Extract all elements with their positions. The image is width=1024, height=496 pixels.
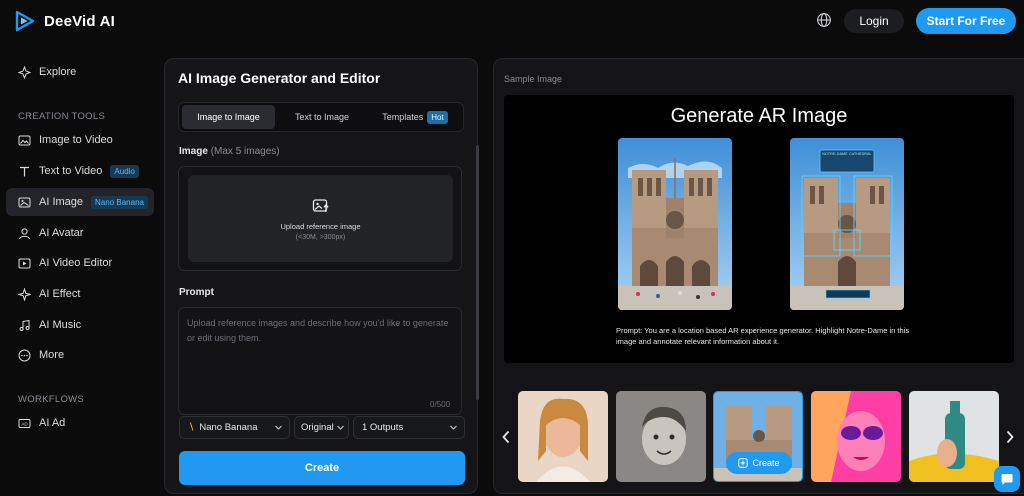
ratio-select-value: Original	[301, 422, 334, 433]
sidebar-item-more[interactable]: More	[6, 341, 154, 369]
explore-icon	[18, 65, 31, 79]
ratio-select[interactable]: Original	[294, 416, 349, 439]
prompt-counter: 0/500	[430, 400, 451, 409]
sidebar-item-label: AI Avatar	[39, 227, 84, 239]
sidebar-item-ai-image[interactable]: AI Image Nano Banana	[6, 188, 154, 216]
tab-image-to-image[interactable]: Image to Image	[182, 105, 275, 129]
sidebar-item-text-to-video[interactable]: Text to Video Audio	[6, 157, 154, 185]
pop-art-woman-image	[811, 391, 901, 482]
thumb-create-label: Create	[752, 458, 780, 468]
portrait-woman-image	[518, 391, 608, 482]
sample-label: Sample Image	[504, 74, 563, 84]
logo-play-icon	[15, 10, 35, 32]
upload-title: Upload reference image	[280, 221, 361, 231]
upload-image-icon	[312, 198, 329, 212]
sample-thumb-4[interactable]	[811, 391, 901, 482]
sidebar-item-explore[interactable]: Explore	[6, 58, 154, 86]
chevron-left-icon[interactable]	[501, 430, 511, 444]
prompt-textarea[interactable]: Upload reference images and describe how…	[178, 307, 462, 415]
image-label: Image (Max 5 images)	[179, 146, 280, 157]
hot-badge: Hot	[427, 110, 448, 124]
login-button[interactable]: Login	[844, 9, 904, 33]
globe-icon[interactable]	[816, 12, 832, 28]
create-plus-icon	[738, 458, 749, 468]
sidebar-item-ai-ad[interactable]: AD AI Ad	[6, 409, 154, 437]
brand-name: DeeVid AI	[44, 12, 115, 30]
creation-tools-heading: CREATION TOOLS	[18, 111, 106, 122]
start-for-free-button[interactable]: Start For Free	[916, 8, 1016, 34]
sidebar-item-label: Explore	[39, 66, 77, 78]
sample-title: Generate AR Image	[670, 105, 848, 127]
chevron-down-icon	[337, 425, 344, 430]
sample-before-image	[618, 138, 732, 310]
chat-support-button[interactable]	[994, 466, 1020, 492]
avatar-icon	[18, 227, 31, 240]
sample-thumb-5[interactable]	[909, 391, 999, 482]
tab-label: Templates	[382, 112, 424, 122]
audio-badge: Audio	[110, 164, 139, 178]
music-icon	[18, 319, 31, 332]
text-icon	[18, 165, 31, 178]
vintage-child-image	[616, 391, 706, 482]
create-button[interactable]: Create	[179, 451, 465, 485]
sidebar-item-label: More	[39, 349, 65, 361]
cathedral-ar-image	[790, 138, 904, 310]
sidebar-item-label: AI Video Editor	[39, 257, 113, 269]
sidebar-item-ai-music[interactable]: AI Music	[6, 311, 154, 339]
editor-scrollbar[interactable]	[476, 145, 479, 400]
chevron-down-icon	[450, 425, 457, 430]
chevron-down-icon	[275, 425, 282, 430]
image-label-text: Image	[179, 146, 208, 157]
sidebar-item-ai-avatar[interactable]: AI Avatar	[6, 219, 154, 247]
video-editor-icon	[18, 257, 31, 270]
sidebar-item-label: Image to Video	[39, 134, 113, 146]
sidebar-item-ai-effect[interactable]: AI Effect	[6, 280, 154, 308]
sample-after-image	[790, 138, 904, 310]
prompt-placeholder: Upload reference images and describe how…	[187, 318, 449, 343]
upload-subtitle: (<30M, >300px)	[295, 233, 346, 241]
image-video-icon	[18, 134, 31, 147]
sidebar-item-label: AI Effect	[39, 288, 81, 300]
chevron-right-icon[interactable]	[1005, 430, 1015, 444]
workflows-heading: WORKFLOWS	[18, 394, 85, 405]
sparkle-icon	[18, 287, 31, 301]
nano-banana-badge: Nano Banana	[91, 195, 148, 209]
bottle-product-image	[909, 391, 999, 482]
outputs-select[interactable]: 1 Outputs	[353, 416, 465, 439]
sample-thumb-1[interactable]	[518, 391, 608, 482]
tab-text-to-image[interactable]: Text to Image	[277, 105, 367, 129]
sidebar-item-label: AI Image	[39, 196, 84, 208]
ai-image-icon	[18, 196, 31, 209]
cathedral-image	[618, 138, 732, 310]
prompt-label: Prompt	[179, 287, 214, 298]
chat-icon	[1001, 473, 1013, 485]
thumb-create-button[interactable]: Create	[726, 452, 792, 474]
outputs-select-value: 1 Outputs	[362, 422, 404, 433]
sample-stage	[504, 95, 1014, 363]
image-sublabel: (Max 5 images)	[210, 146, 280, 157]
sample-thumb-2[interactable]	[616, 391, 706, 482]
sidebar-item-label: AI Ad	[39, 417, 66, 429]
svg-text:AD: AD	[21, 421, 28, 426]
sidebar-item-ai-video-editor[interactable]: AI Video Editor	[6, 249, 154, 277]
upload-dropzone[interactable]: Upload reference image (<30M, >300px)	[188, 175, 453, 262]
sidebar-item-label: Text to Video	[39, 165, 103, 177]
sample-prompt: Prompt: You are a location based AR expe…	[616, 326, 910, 346]
editor-title: AI Image Generator and Editor	[178, 70, 381, 86]
more-icon	[18, 349, 31, 362]
brand-logo[interactable]: DeeVid AI	[14, 10, 115, 32]
banana-icon: ∖	[188, 422, 195, 433]
model-select-value: Nano Banana	[199, 422, 258, 433]
tab-templates[interactable]: Templates Hot	[370, 105, 460, 129]
ar-card-text: NOTRE-DAME CATHEDRAL	[822, 152, 872, 156]
sidebar-item-label: AI Music	[39, 319, 82, 331]
sidebar-item-image-to-video[interactable]: Image to Video	[6, 126, 154, 154]
ad-icon: AD	[18, 417, 31, 430]
model-select[interactable]: ∖ Nano Banana	[179, 416, 290, 439]
